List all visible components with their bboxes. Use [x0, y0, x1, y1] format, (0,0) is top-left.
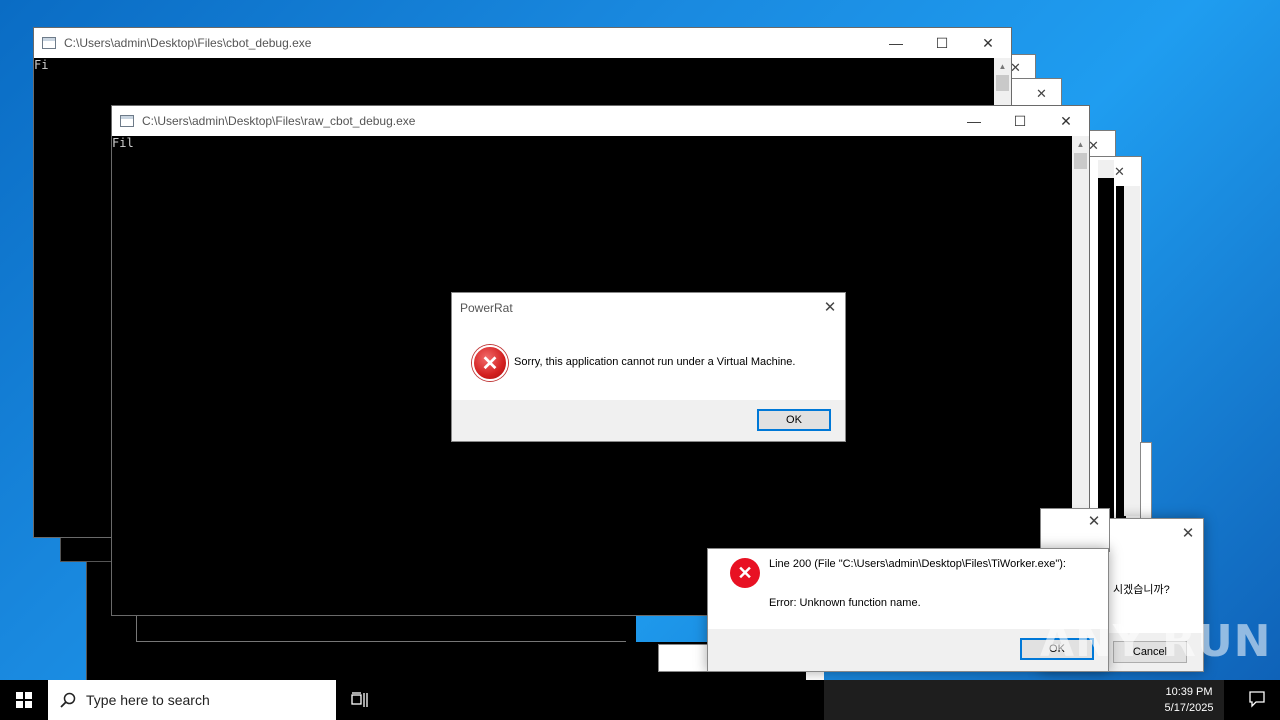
- error-message: Error: Unknown function name.: [769, 597, 921, 609]
- error-location: Line 200 (File "C:\Users\admin\Desktop\F…: [769, 558, 1066, 570]
- window-title: C:\Users\admin\Desktop\Files\raw_cbot_de…: [142, 114, 416, 128]
- dialog-message: 시겠습니까?: [1113, 584, 1170, 596]
- search-box[interactable]: Type here to search: [48, 680, 336, 720]
- stacked-window-scroll: [1098, 160, 1114, 178]
- scroll-up-arrow-icon[interactable]: ▲: [1072, 136, 1089, 153]
- ok-button[interactable]: OK: [757, 409, 831, 431]
- windows-logo-icon: [16, 692, 32, 708]
- console-remnant: [806, 672, 824, 680]
- task-view-icon: [351, 692, 368, 707]
- scroll-thumb[interactable]: [996, 75, 1009, 91]
- clock-time: 10:39 PM: [1165, 686, 1213, 698]
- notification-icon: [1249, 691, 1265, 708]
- stacked-dialog[interactable]: ✕: [1040, 508, 1110, 552]
- title-bar[interactable]: C:\Users\admin\Desktop\Files\cbot_debug.…: [34, 28, 1011, 58]
- stacked-window-edge: [658, 644, 708, 672]
- search-icon: [60, 692, 76, 708]
- minimize-button[interactable]: —: [951, 106, 997, 136]
- stacked-window-scroll: [1124, 186, 1140, 516]
- action-center-button[interactable]: [1248, 690, 1266, 711]
- search-placeholder: Type here to search: [86, 692, 210, 708]
- console-app-icon: [120, 115, 134, 127]
- system-clock[interactable]: 10:39 PM 5/17/2025: [1154, 684, 1224, 716]
- stacked-window-edge: [1140, 442, 1152, 522]
- console-remnant-edge: [136, 641, 626, 642]
- dialog-message: Sorry, this application cannot run under…: [514, 356, 796, 368]
- console-output: Fi: [34, 58, 49, 72]
- title-bar[interactable]: C:\Users\admin\Desktop\Files\raw_cbot_de…: [112, 106, 1089, 136]
- anyrun-watermark: ANY RUN: [1040, 616, 1272, 667]
- scroll-up-arrow-icon[interactable]: ▲: [994, 58, 1011, 75]
- dialog-title: PowerRat: [460, 301, 513, 315]
- console-remnant-edge: [136, 614, 137, 642]
- stacked-close-icon[interactable]: ✕: [1114, 164, 1125, 180]
- error-icon: ✕: [730, 558, 760, 588]
- close-button[interactable]: ✕: [1043, 106, 1089, 136]
- dialog-footer: OK: [452, 400, 845, 441]
- console-app-icon: [42, 37, 56, 49]
- maximize-button[interactable]: ☐: [997, 106, 1043, 136]
- close-button[interactable]: ✕: [965, 28, 1011, 58]
- maximize-button[interactable]: ☐: [919, 28, 965, 58]
- error-icon: ✕: [472, 345, 508, 381]
- close-icon[interactable]: ✕: [1173, 519, 1203, 547]
- console-output: Fil: [112, 136, 134, 150]
- task-view-button[interactable]: [348, 680, 372, 720]
- powerrat-dialog[interactable]: PowerRat ✕ ✕ Sorry, this application can…: [451, 292, 846, 442]
- start-button[interactable]: [0, 680, 48, 720]
- console-remnant: [136, 614, 636, 680]
- close-icon[interactable]: ✕: [815, 293, 845, 321]
- clock-date: 5/17/2025: [1164, 702, 1214, 714]
- minimize-button[interactable]: —: [873, 28, 919, 58]
- window-title: C:\Users\admin\Desktop\Files\cbot_debug.…: [64, 36, 312, 50]
- stacked-close-icon[interactable]: ✕: [1036, 86, 1047, 102]
- close-icon[interactable]: ✕: [1079, 507, 1109, 535]
- scroll-thumb[interactable]: [1074, 153, 1087, 169]
- taskbar: Type here to search 10:39 PM 5/17/2025: [0, 680, 1280, 720]
- stacked-window-body: [1098, 160, 1114, 520]
